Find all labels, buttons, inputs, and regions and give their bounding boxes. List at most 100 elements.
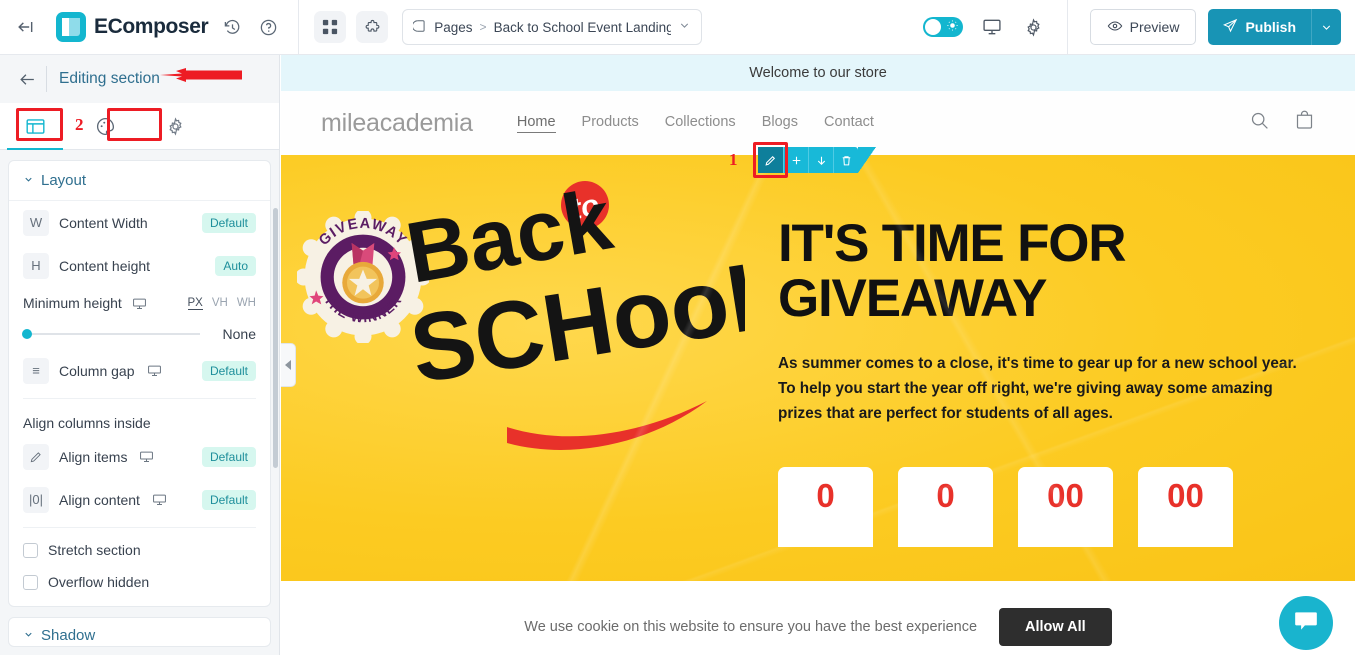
puzzle-piece-icon[interactable] [356, 11, 389, 43]
shadow-panel[interactable]: Shadow [8, 617, 271, 647]
height-icon: H [23, 252, 49, 279]
preview-label: Preview [1129, 19, 1180, 35]
store-logo[interactable]: mileacademia [321, 109, 473, 138]
theme-toggle[interactable] [922, 17, 963, 37]
countdown-value: 00 [1047, 477, 1084, 514]
countdown-value: 00 [1167, 477, 1204, 514]
page-canvas: Welcome to our store mileacademia Home P… [281, 55, 1355, 655]
unit-px[interactable]: PX [187, 297, 203, 310]
lines-icon: ≡ [23, 357, 49, 384]
breadcrumb[interactable]: Pages > Back to School Event Landing P [402, 9, 703, 45]
annotation-arrow [160, 68, 242, 82]
minimum-height-slider[interactable] [22, 329, 200, 339]
nav-link-home[interactable]: Home [516, 114, 556, 133]
nav-link-blogs[interactable]: Blogs [762, 114, 798, 133]
publish-button[interactable]: Publish [1208, 9, 1341, 45]
publish-dropdown-chevron-down-icon[interactable] [1311, 9, 1341, 45]
countdown-card: 0 [898, 467, 993, 547]
align-columns-inside-label: Align columns inside [23, 415, 151, 431]
layout-panel-header[interactable]: Layout [9, 161, 270, 201]
minimum-height-units: PX VH WH [187, 297, 256, 310]
align-content-label: Align content [59, 491, 140, 508]
sidebar-scrollbar-thumb[interactable] [273, 208, 278, 468]
section-move-down-arrow-icon[interactable] [808, 147, 833, 173]
content-width-value[interactable]: Default [201, 212, 256, 233]
paper-plane-icon [1223, 18, 1238, 36]
annotation-marker-2: 2 [75, 115, 84, 134]
sidebar-scrollbar[interactable] [273, 150, 278, 655]
overflow-hidden-label: Overflow hidden [48, 574, 150, 590]
help-circle-icon[interactable] [256, 15, 280, 39]
chevron-down-icon [23, 174, 34, 188]
search-icon[interactable] [1249, 110, 1270, 136]
countdown-value: 0 [816, 477, 835, 514]
slider-knob[interactable] [22, 329, 32, 339]
shopping-bag-icon[interactable] [1294, 110, 1315, 136]
content-height-value[interactable]: Auto [215, 255, 256, 276]
row-align-items: Align items Default [9, 435, 270, 478]
minimum-height-row: Minimum height PX VH WH [9, 287, 270, 319]
nav-link-collections[interactable]: Collections [665, 114, 736, 133]
width-icon: W [23, 209, 49, 236]
tab-settings[interactable] [140, 103, 210, 149]
unit-vh[interactable]: VH [212, 297, 228, 310]
countdown-card: 0 [778, 467, 873, 547]
minimum-height-value: None [222, 326, 256, 342]
desktop-monitor-icon[interactable] [979, 14, 1005, 40]
section-edit-pencil-icon[interactable] [758, 147, 783, 173]
back-to-school-lettering: to Back SCHooL [400, 175, 745, 450]
nav-link-contact[interactable]: Contact [824, 114, 874, 133]
store-navbar: mileacademia Home Products Collections B… [281, 91, 1355, 155]
section-toolbar: 1 [729, 142, 876, 178]
minimum-height-slider-row: None [9, 319, 270, 349]
announcement-text: Welcome to our store [749, 65, 887, 81]
divider [23, 398, 256, 399]
preview-button[interactable]: Preview [1089, 9, 1197, 45]
sidebar-collapse-handle[interactable] [281, 343, 296, 387]
chevron-down-icon[interactable] [678, 19, 691, 35]
stretch-section-checkbox[interactable] [23, 542, 38, 558]
countdown-card: 00 [1138, 467, 1233, 547]
history-icon[interactable] [220, 15, 244, 39]
hero-title-line2: GIVEAWAY [778, 268, 1047, 328]
sidebar-scroll-area: Layout W Content Width Default H Content… [0, 150, 279, 655]
section-delete-trash-icon[interactable] [833, 147, 858, 173]
hero-description: As summer comes to a close, it's time to… [778, 355, 1297, 422]
nav-link-products[interactable]: Products [582, 114, 639, 133]
align-items-value[interactable]: Default [201, 446, 256, 467]
publish-label: Publish [1245, 19, 1296, 35]
sidebar-title: Editing section [59, 70, 160, 87]
sun-icon [947, 20, 958, 35]
allow-all-button[interactable]: Allow All [999, 607, 1112, 646]
eye-icon [1107, 18, 1123, 37]
chat-widget-button[interactable] [1279, 596, 1333, 650]
hero-content: IT'S TIME FOR GIVEAWAY As summer comes t… [778, 216, 1318, 426]
sidebar-back-arrow-icon[interactable] [12, 70, 42, 89]
left-sidebar: Editing section 2 Layout W Content Width… [0, 55, 280, 655]
overflow-hidden-checkbox[interactable] [23, 574, 38, 590]
section-toolbar-buttons [758, 147, 858, 173]
hero-section[interactable]: GIVEAWAY THE WINNER to Back SCHooL IT'S … [281, 155, 1355, 581]
unit-wh[interactable]: WH [237, 297, 256, 310]
back-arrow-icon[interactable] [12, 14, 38, 40]
app-brand-name: EComposer [94, 15, 209, 38]
gear-icon[interactable] [1021, 14, 1047, 40]
desktop-monitor-icon [139, 449, 154, 464]
column-gap-value[interactable]: Default [201, 360, 256, 381]
hero-graphic: GIVEAWAY THE WINNER to Back SCHooL [289, 165, 749, 565]
breadcrumb-root[interactable]: Pages [434, 20, 472, 35]
publish-main[interactable]: Publish [1208, 9, 1311, 45]
row-content-height: H Content height Auto [9, 244, 270, 287]
sections-grid-icon[interactable] [314, 11, 347, 43]
checkbox-overflow-hidden[interactable]: Overflow hidden [9, 566, 270, 598]
store-menu: Home Products Collections Blogs Contact [516, 114, 874, 133]
layout-panel: Layout W Content Width Default H Content… [8, 160, 271, 607]
align-content-value[interactable]: Default [201, 489, 256, 510]
row-content-width: W Content Width Default [9, 201, 270, 244]
checkbox-stretch-section[interactable]: Stretch section [9, 534, 270, 566]
stretch-section-label: Stretch section [48, 542, 141, 558]
desktop-monitor-icon [152, 492, 167, 507]
section-add-plus-icon[interactable] [783, 147, 808, 173]
tab-layout[interactable] [0, 103, 70, 150]
shadow-panel-header[interactable]: Shadow [9, 618, 270, 646]
